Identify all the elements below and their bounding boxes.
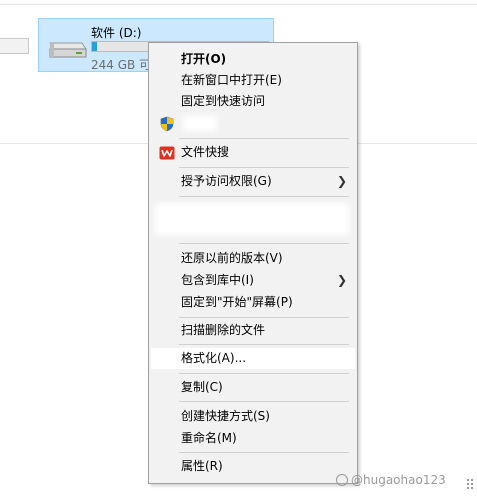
drive-name: 软件 (D:) — [91, 26, 142, 40]
previous-drive-bar — [0, 38, 29, 54]
menu-separator — [179, 167, 349, 168]
chevron-right-icon: ❯ — [336, 273, 347, 287]
menu-item-label: 重命名(M) — [181, 431, 237, 445]
menu-item-label: 固定到"开始"屏幕(P) — [181, 295, 293, 309]
menu-item-run-elevated[interactable] — [151, 113, 355, 134]
menu-separator — [179, 373, 349, 374]
drive-usage-fill — [92, 42, 98, 51]
wps-logo-icon — [159, 146, 175, 160]
menu-item-label: 属性(R) — [181, 459, 223, 473]
menu-item-label: 创建快捷方式(S) — [181, 409, 270, 423]
menu-item-give-access[interactable]: 授予访问权限(G) ❯ — [151, 171, 355, 192]
blurred-region — [155, 203, 349, 235]
menu-item-label: 文件快搜 — [181, 145, 230, 159]
menu-item-label: 授予访问权限(G) — [181, 174, 272, 188]
menu-item-label: 打开(O) — [181, 52, 227, 66]
menu-separator — [179, 138, 349, 139]
menu-item-label: 还原以前的版本(V) — [181, 251, 283, 265]
watermark: @hugaohao123 — [336, 471, 446, 489]
file-explorer-view: 软件 (D:) 244 GB 可 打开(O) 在新窗口中打开(E) 固定到快速访… — [0, 0, 477, 496]
menu-separator — [179, 401, 349, 402]
menu-item-open[interactable]: 打开(O) — [151, 49, 355, 70]
menu-item-format[interactable]: 格式化(A)... — [151, 348, 355, 369]
hard-drive-icon — [49, 42, 87, 58]
menu-item-pin-start[interactable]: 固定到"开始"屏幕(P) — [151, 292, 355, 313]
menu-item-open-new-window[interactable]: 在新窗口中打开(E) — [151, 70, 355, 91]
menu-separator — [179, 243, 349, 244]
menu-item-label: 包含到库中(I) — [181, 273, 254, 287]
resize-grip-icon[interactable] — [466, 478, 474, 490]
menu-item-file-search[interactable]: 文件快搜 — [151, 142, 355, 163]
watermark-text: @hugaohao123 — [351, 473, 446, 487]
menu-separator — [179, 196, 349, 197]
menu-separator — [179, 344, 349, 345]
drive-free-space: 244 GB 可 — [91, 58, 152, 72]
menu-item-rename[interactable]: 重命名(M) — [151, 428, 355, 449]
top-divider — [0, 4, 477, 5]
menu-item-label: 扫描删除的文件 — [181, 323, 266, 337]
blurred-label — [183, 116, 217, 131]
menu-item-properties[interactable]: 属性(R) — [151, 456, 355, 477]
watermark-logo-icon — [336, 474, 348, 486]
menu-item-create-shortcut[interactable]: 创建快捷方式(S) — [151, 406, 355, 427]
menu-item-label: 复制(C) — [181, 380, 223, 394]
menu-item-include-library[interactable]: 包含到库中(I) ❯ — [151, 270, 355, 291]
uac-shield-icon — [160, 116, 174, 132]
menu-separator — [179, 452, 349, 453]
menu-item-label: 在新窗口中打开(E) — [181, 73, 282, 87]
menu-item-label: 固定到快速访问 — [181, 94, 266, 108]
menu-item-restore-versions[interactable]: 还原以前的版本(V) — [151, 248, 355, 269]
chevron-right-icon: ❯ — [336, 174, 347, 188]
menu-item-copy[interactable]: 复制(C) — [151, 377, 355, 398]
menu-item-pin-quick-access[interactable]: 固定到快速访问 — [151, 91, 355, 112]
context-menu: 打开(O) 在新窗口中打开(E) 固定到快速访问 文件快搜 授予访问权限(G) … — [148, 42, 358, 484]
menu-separator — [179, 317, 349, 318]
menu-item-scan-deleted[interactable]: 扫描删除的文件 — [151, 320, 355, 341]
menu-item-label: 格式化(A)... — [181, 351, 247, 365]
